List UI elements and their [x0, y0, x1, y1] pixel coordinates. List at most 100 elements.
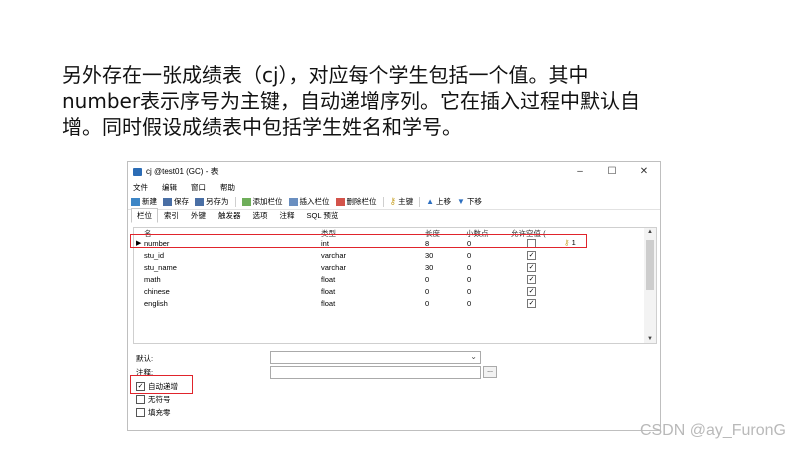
insert-field-icon	[288, 197, 298, 206]
paragraph-line-3: 增。同时假设成绩表中包括学生姓名和学号。	[62, 115, 462, 139]
maximize-button[interactable]: ☐	[596, 166, 628, 177]
tab-foreign-keys[interactable]: 外键	[185, 208, 212, 223]
move-down-button[interactable]: ▼ 下移	[457, 196, 482, 207]
toolbar-divider	[419, 196, 421, 207]
insert-field-button[interactable]: 插入栏位	[288, 196, 330, 207]
field-length[interactable]: 0	[425, 299, 429, 308]
table-row[interactable]: stu_name varchar 30 0 ✓	[134, 261, 644, 273]
option-label: 填充零	[148, 408, 171, 417]
field-type[interactable]: varchar	[321, 251, 346, 260]
table-row[interactable]: math float 0 0 ✓	[134, 273, 644, 285]
field-type[interactable]: float	[321, 275, 335, 284]
nullable-checkbox[interactable]: ✓	[527, 299, 536, 308]
nullable-checkbox[interactable]: ✓	[527, 263, 536, 272]
highlight-auto-increment	[130, 375, 193, 394]
comment-input[interactable]	[270, 366, 481, 379]
scroll-thumb[interactable]	[646, 240, 654, 290]
menu-window[interactable]: 窗口	[191, 182, 206, 193]
comment-ellipsis-button[interactable]: ...	[483, 366, 497, 378]
field-decimals[interactable]: 0	[467, 251, 471, 260]
field-type[interactable]: float	[321, 299, 335, 308]
save-as-icon	[195, 197, 204, 206]
primary-key-label: 主键	[398, 197, 414, 206]
option-2[interactable]: 填充零	[136, 407, 171, 418]
scroll-up-icon[interactable]: ▲	[647, 229, 653, 235]
delete-field-label: 删除栏位	[346, 197, 377, 206]
grid-scrollbar[interactable]: ▲ ▼	[644, 228, 656, 343]
field-type[interactable]: varchar	[321, 263, 346, 272]
field-decimals[interactable]: 0	[467, 263, 471, 272]
nullable-checkbox[interactable]: ✓	[527, 275, 536, 284]
option-checkbox[interactable]	[136, 395, 145, 404]
description-paragraph: 另外存在一张成绩表（cj），对应每个学生包括一个值。其中 number表示序号为…	[62, 62, 762, 140]
arrow-up-icon: ▲	[426, 197, 435, 206]
field-name[interactable]: stu_name	[144, 263, 177, 272]
table-row[interactable]: english float 0 0 ✓	[134, 297, 644, 309]
save-as-button[interactable]: 另存为	[195, 196, 229, 207]
save-as-label: 另存为	[206, 197, 229, 206]
toolbar-divider	[234, 196, 236, 207]
menu-help[interactable]: 帮助	[220, 182, 235, 193]
field-name[interactable]: math	[144, 275, 161, 284]
menu-bar: 文件 编辑 窗口 帮助	[128, 181, 660, 194]
insert-field-label: 插入栏位	[299, 197, 330, 206]
move-down-label: 下移	[466, 197, 482, 206]
primary-key-button[interactable]: ⚷ 主键	[390, 196, 414, 207]
table-row[interactable]: stu_id varchar 30 0 ✓	[134, 249, 644, 261]
tab-bar: 栏位 索引 外键 触发器 选项 注释 SQL 预览	[128, 208, 660, 223]
tab-comment[interactable]: 注释	[274, 208, 301, 223]
menu-file[interactable]: 文件	[133, 182, 148, 193]
table-row[interactable]: chinese float 0 0 ✓	[134, 285, 644, 297]
field-length[interactable]: 30	[425, 251, 433, 260]
menu-edit[interactable]: 编辑	[162, 182, 177, 193]
new-button[interactable]: 新建	[131, 196, 157, 207]
move-up-label: 上移	[436, 197, 452, 206]
arrow-down-icon: ▼	[457, 197, 465, 206]
toolbar-divider	[382, 196, 384, 207]
delete-field-icon	[335, 197, 345, 206]
title-bar: cj @test01 (GC) - 表 – ☐ ✕	[128, 162, 660, 181]
add-field-icon	[241, 197, 251, 206]
paragraph-line-1: 另外存在一张成绩表（cj），对应每个学生包括一个值。其中	[62, 63, 589, 87]
add-field-label: 添加栏位	[252, 197, 283, 206]
save-label: 保存	[174, 197, 189, 206]
highlight-number-row	[130, 234, 587, 248]
default-label: 默认:	[136, 354, 154, 363]
option-label: 无符号	[148, 395, 171, 404]
table-app-icon	[133, 167, 142, 176]
move-up-button[interactable]: ▲ 上移	[426, 196, 451, 207]
field-decimals[interactable]: 0	[467, 287, 471, 296]
field-length[interactable]: 0	[425, 287, 429, 296]
field-length[interactable]: 0	[425, 275, 429, 284]
tab-fields[interactable]: 栏位	[131, 208, 158, 223]
field-decimals[interactable]: 0	[467, 275, 471, 284]
save-button[interactable]: 保存	[163, 196, 189, 207]
tab-options[interactable]: 选项	[247, 208, 274, 223]
watermark: CSDN @ay_FuronG	[639, 422, 786, 439]
option-checkbox[interactable]	[136, 408, 145, 417]
nullable-checkbox[interactable]: ✓	[527, 251, 536, 260]
field-name[interactable]: stu_id	[144, 251, 164, 260]
delete-field-button[interactable]: 删除栏位	[335, 196, 377, 207]
nullable-checkbox[interactable]: ✓	[527, 287, 536, 296]
tab-sql-preview[interactable]: SQL 预览	[301, 208, 345, 223]
new-icon	[131, 197, 140, 206]
minimize-button[interactable]: –	[564, 166, 596, 177]
add-field-button[interactable]: 添加栏位	[241, 196, 283, 207]
key-icon: ⚷	[389, 196, 397, 206]
scroll-down-icon[interactable]: ▼	[647, 336, 653, 342]
chevron-down-icon: ⌄	[470, 352, 477, 361]
default-dropdown[interactable]: ⌄	[270, 351, 481, 364]
window-title: cj @test01 (GC) - 表	[146, 167, 219, 176]
tab-indexes[interactable]: 索引	[158, 208, 185, 223]
save-icon	[163, 197, 172, 206]
field-type[interactable]: float	[321, 287, 335, 296]
field-name[interactable]: english	[144, 299, 168, 308]
field-decimals[interactable]: 0	[467, 299, 471, 308]
tab-triggers[interactable]: 触发器	[212, 208, 247, 223]
option-1[interactable]: 无符号	[136, 394, 171, 405]
paragraph-line-2: number表示序号为主键，自动递增序列。它在插入过程中默认自	[62, 89, 641, 113]
field-name[interactable]: chinese	[144, 287, 170, 296]
close-button[interactable]: ✕	[628, 166, 660, 177]
field-length[interactable]: 30	[425, 263, 433, 272]
